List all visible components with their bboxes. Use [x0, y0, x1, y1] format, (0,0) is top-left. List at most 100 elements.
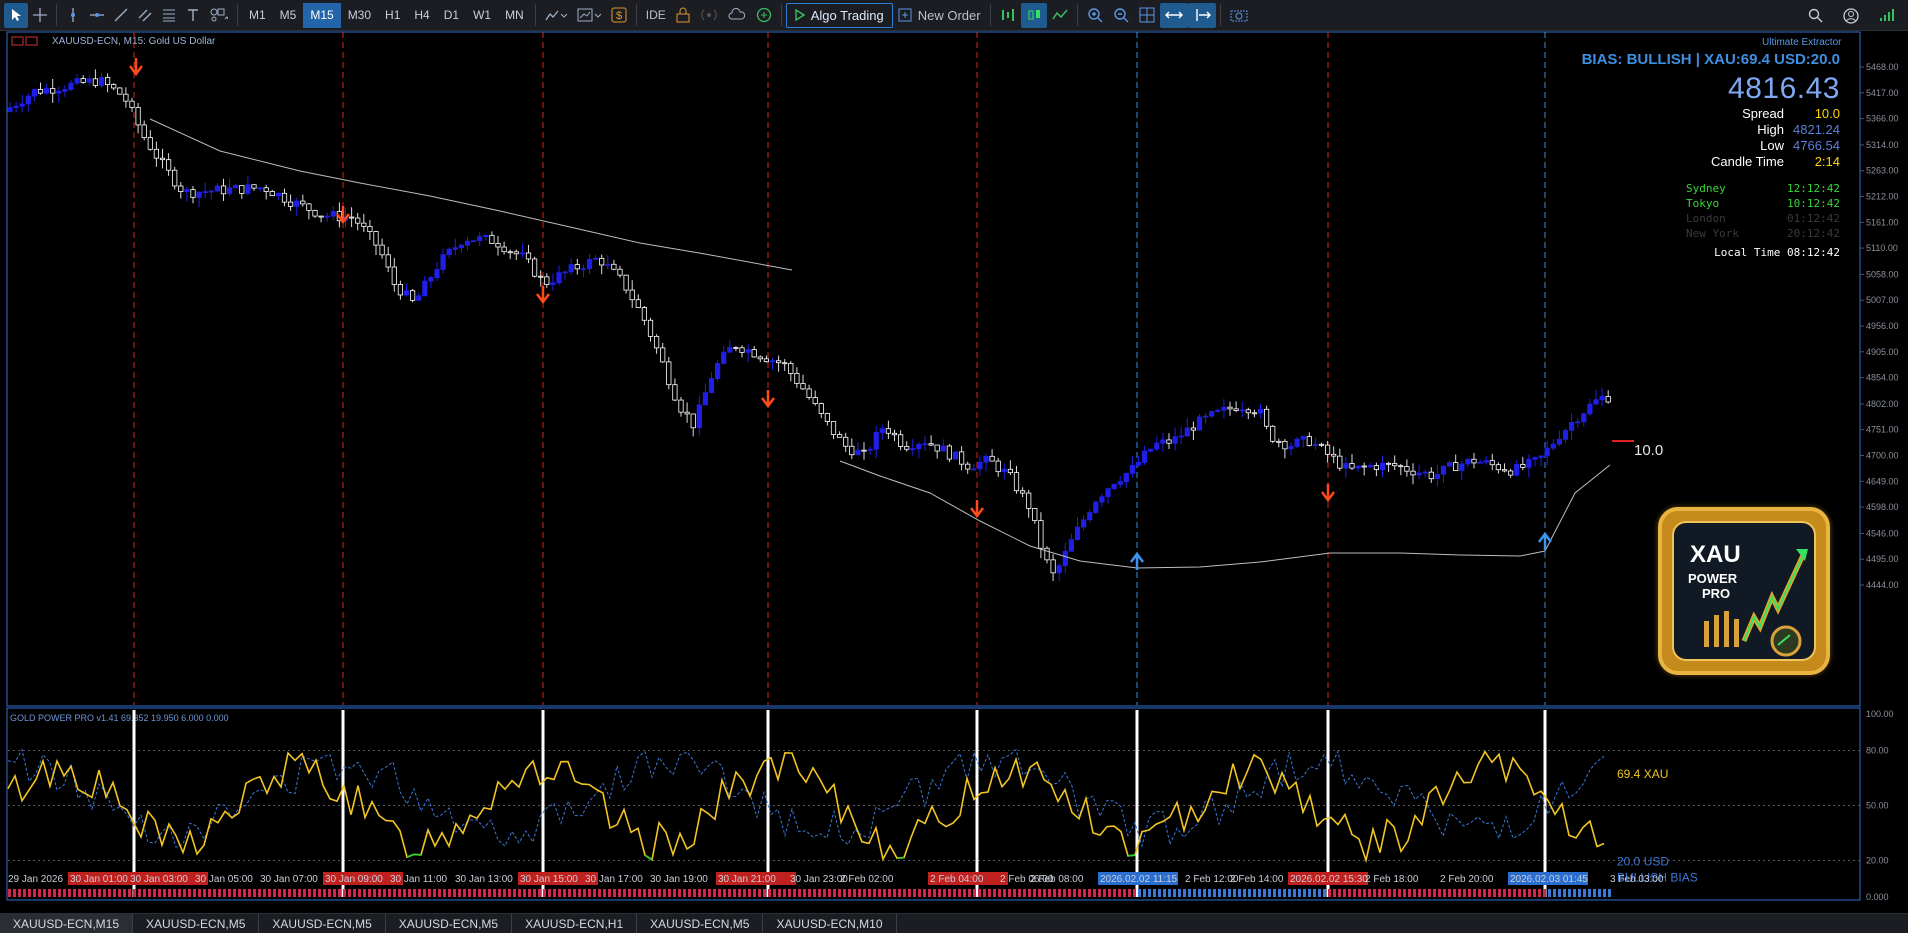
price-label: 4905.00	[1866, 347, 1899, 357]
timeframe-m5[interactable]: M5	[273, 3, 304, 28]
crosshair-icon[interactable]	[28, 3, 52, 28]
candle-body	[403, 290, 410, 296]
trendline-icon[interactable]	[109, 3, 133, 28]
timeframe-h1[interactable]: H1	[378, 3, 407, 28]
candlestick-icon[interactable]	[1020, 2, 1047, 28]
bias-bar	[1393, 889, 1396, 897]
channel-icon[interactable]	[133, 3, 157, 28]
chart-tab[interactable]: XAUUSD-ECN,M5	[133, 914, 260, 933]
text-tool-icon[interactable]	[181, 3, 205, 28]
signal-icon[interactable]	[695, 3, 723, 28]
bias-bar	[198, 889, 201, 897]
cloud-icon[interactable]	[723, 3, 751, 28]
oscillator-level-label: 20.00	[1866, 855, 1889, 865]
bias-bar	[603, 889, 606, 897]
timeframe-w1[interactable]: W1	[466, 3, 498, 28]
bias-bar	[1603, 889, 1606, 897]
zoom-in-icon[interactable]	[1082, 3, 1108, 28]
chart-tab[interactable]: XAUUSD-ECN,M5	[386, 914, 513, 933]
price-label: 5110.00	[1866, 243, 1898, 253]
chart-tab[interactable]: XAUUSD-ECN,M15	[0, 914, 134, 933]
candle-body	[1135, 462, 1142, 466]
bias-bar	[1058, 889, 1061, 897]
candle-body	[1349, 463, 1355, 469]
chart-tab[interactable]: XAUUSD-ECN,M5	[259, 914, 386, 933]
signal-level-icon[interactable]	[1874, 3, 1900, 28]
candle-body	[275, 192, 282, 197]
chart-tab[interactable]: XAUUSD-ECN,M10	[763, 914, 897, 933]
bias-bar	[18, 889, 21, 897]
usd-value-label: 20.0 USD	[1617, 854, 1669, 868]
chart-area[interactable]: 5468.00 5417.00 5366.00 5314.00 5263.00 5212.…	[0, 31, 1908, 911]
stats-list: Spread 10.0 High 4821.24 Low 4766.54 Candle Ti…	[1580, 106, 1840, 170]
timeframe-m15[interactable]: M15	[303, 2, 341, 28]
time-label: 30 Jan 07:00	[260, 874, 318, 885]
time-label: 30 Jan 17:00	[585, 874, 643, 885]
candle-body	[324, 215, 330, 218]
timeframe-mn[interactable]: MN	[498, 3, 531, 28]
template-icon[interactable]	[572, 3, 606, 28]
candle-body	[1160, 439, 1166, 444]
chart-tab[interactable]: XAUUSD-ECN,H1	[512, 914, 638, 933]
candle-body	[623, 274, 629, 291]
candle-body	[1337, 455, 1343, 469]
new-order-button[interactable]: New Order	[893, 3, 986, 28]
timeframe-d1[interactable]: D1	[437, 3, 466, 28]
candle-body	[885, 428, 892, 434]
fibonacci-icon[interactable]	[157, 3, 181, 28]
bias-bar	[698, 889, 701, 897]
candle-body	[483, 234, 489, 238]
bias-bar	[208, 889, 211, 897]
search-icon[interactable]	[1803, 3, 1828, 28]
oversold-segment	[1127, 854, 1136, 857]
vertical-line-icon[interactable]	[61, 3, 85, 28]
chart-type-icon[interactable]	[540, 3, 572, 28]
bias-bar	[558, 889, 561, 897]
bias-bar	[1198, 889, 1201, 897]
session-label: London	[1686, 212, 1726, 225]
candle-body	[373, 231, 379, 246]
bias-bar	[1098, 889, 1101, 897]
sell-arrow-icon	[129, 58, 143, 77]
algo-trading-button[interactable]: Algo Trading	[785, 2, 893, 28]
timeframe-h4[interactable]: H4	[407, 3, 436, 28]
autoscroll-icon[interactable]	[1159, 2, 1188, 28]
account-icon[interactable]	[1838, 3, 1864, 28]
usd-strength-line	[7, 748, 1605, 848]
time-label: 30 Jan 19:00	[650, 874, 708, 885]
lock-icon[interactable]	[671, 3, 695, 28]
tile-windows-icon[interactable]	[1134, 3, 1160, 28]
bias-bar	[128, 889, 131, 897]
chart-shift-icon[interactable]	[1187, 2, 1216, 28]
horizontal-line-icon[interactable]	[85, 3, 109, 28]
line-chart-icon[interactable]	[1047, 3, 1073, 28]
candle-body	[1251, 412, 1257, 415]
candle-body	[129, 100, 135, 108]
candle-body	[172, 169, 178, 187]
screenshot-icon[interactable]	[1225, 3, 1253, 28]
vps-icon[interactable]	[751, 3, 777, 28]
bias-bar	[1343, 889, 1346, 897]
bar-chart-icon[interactable]	[995, 3, 1021, 28]
candle-body	[312, 210, 318, 217]
chart-tab[interactable]: XAUUSD-ECN,M5	[637, 914, 764, 933]
shapes-icon[interactable]	[205, 3, 233, 28]
candle-body	[1373, 465, 1379, 471]
candle-body	[556, 272, 562, 284]
candle-body	[391, 266, 397, 285]
candle-body	[940, 445, 946, 452]
candle-body	[1526, 458, 1532, 468]
cursor-icon[interactable]	[4, 2, 28, 28]
bias-bar	[48, 889, 51, 897]
candle-body	[507, 251, 513, 254]
ide-button[interactable]: IDE	[641, 3, 671, 28]
timeframe-m1[interactable]: M1	[242, 3, 273, 28]
bias-bar	[58, 889, 61, 897]
dollar-icon[interactable]: $	[606, 3, 632, 28]
candle-body	[1361, 465, 1367, 468]
stat-label: Candle Time	[1711, 154, 1784, 169]
price-label: 5161.00	[1866, 217, 1899, 227]
timeframe-m30[interactable]: M30	[341, 3, 378, 28]
zoom-out-icon[interactable]	[1108, 3, 1134, 28]
bias-bar	[783, 889, 786, 897]
